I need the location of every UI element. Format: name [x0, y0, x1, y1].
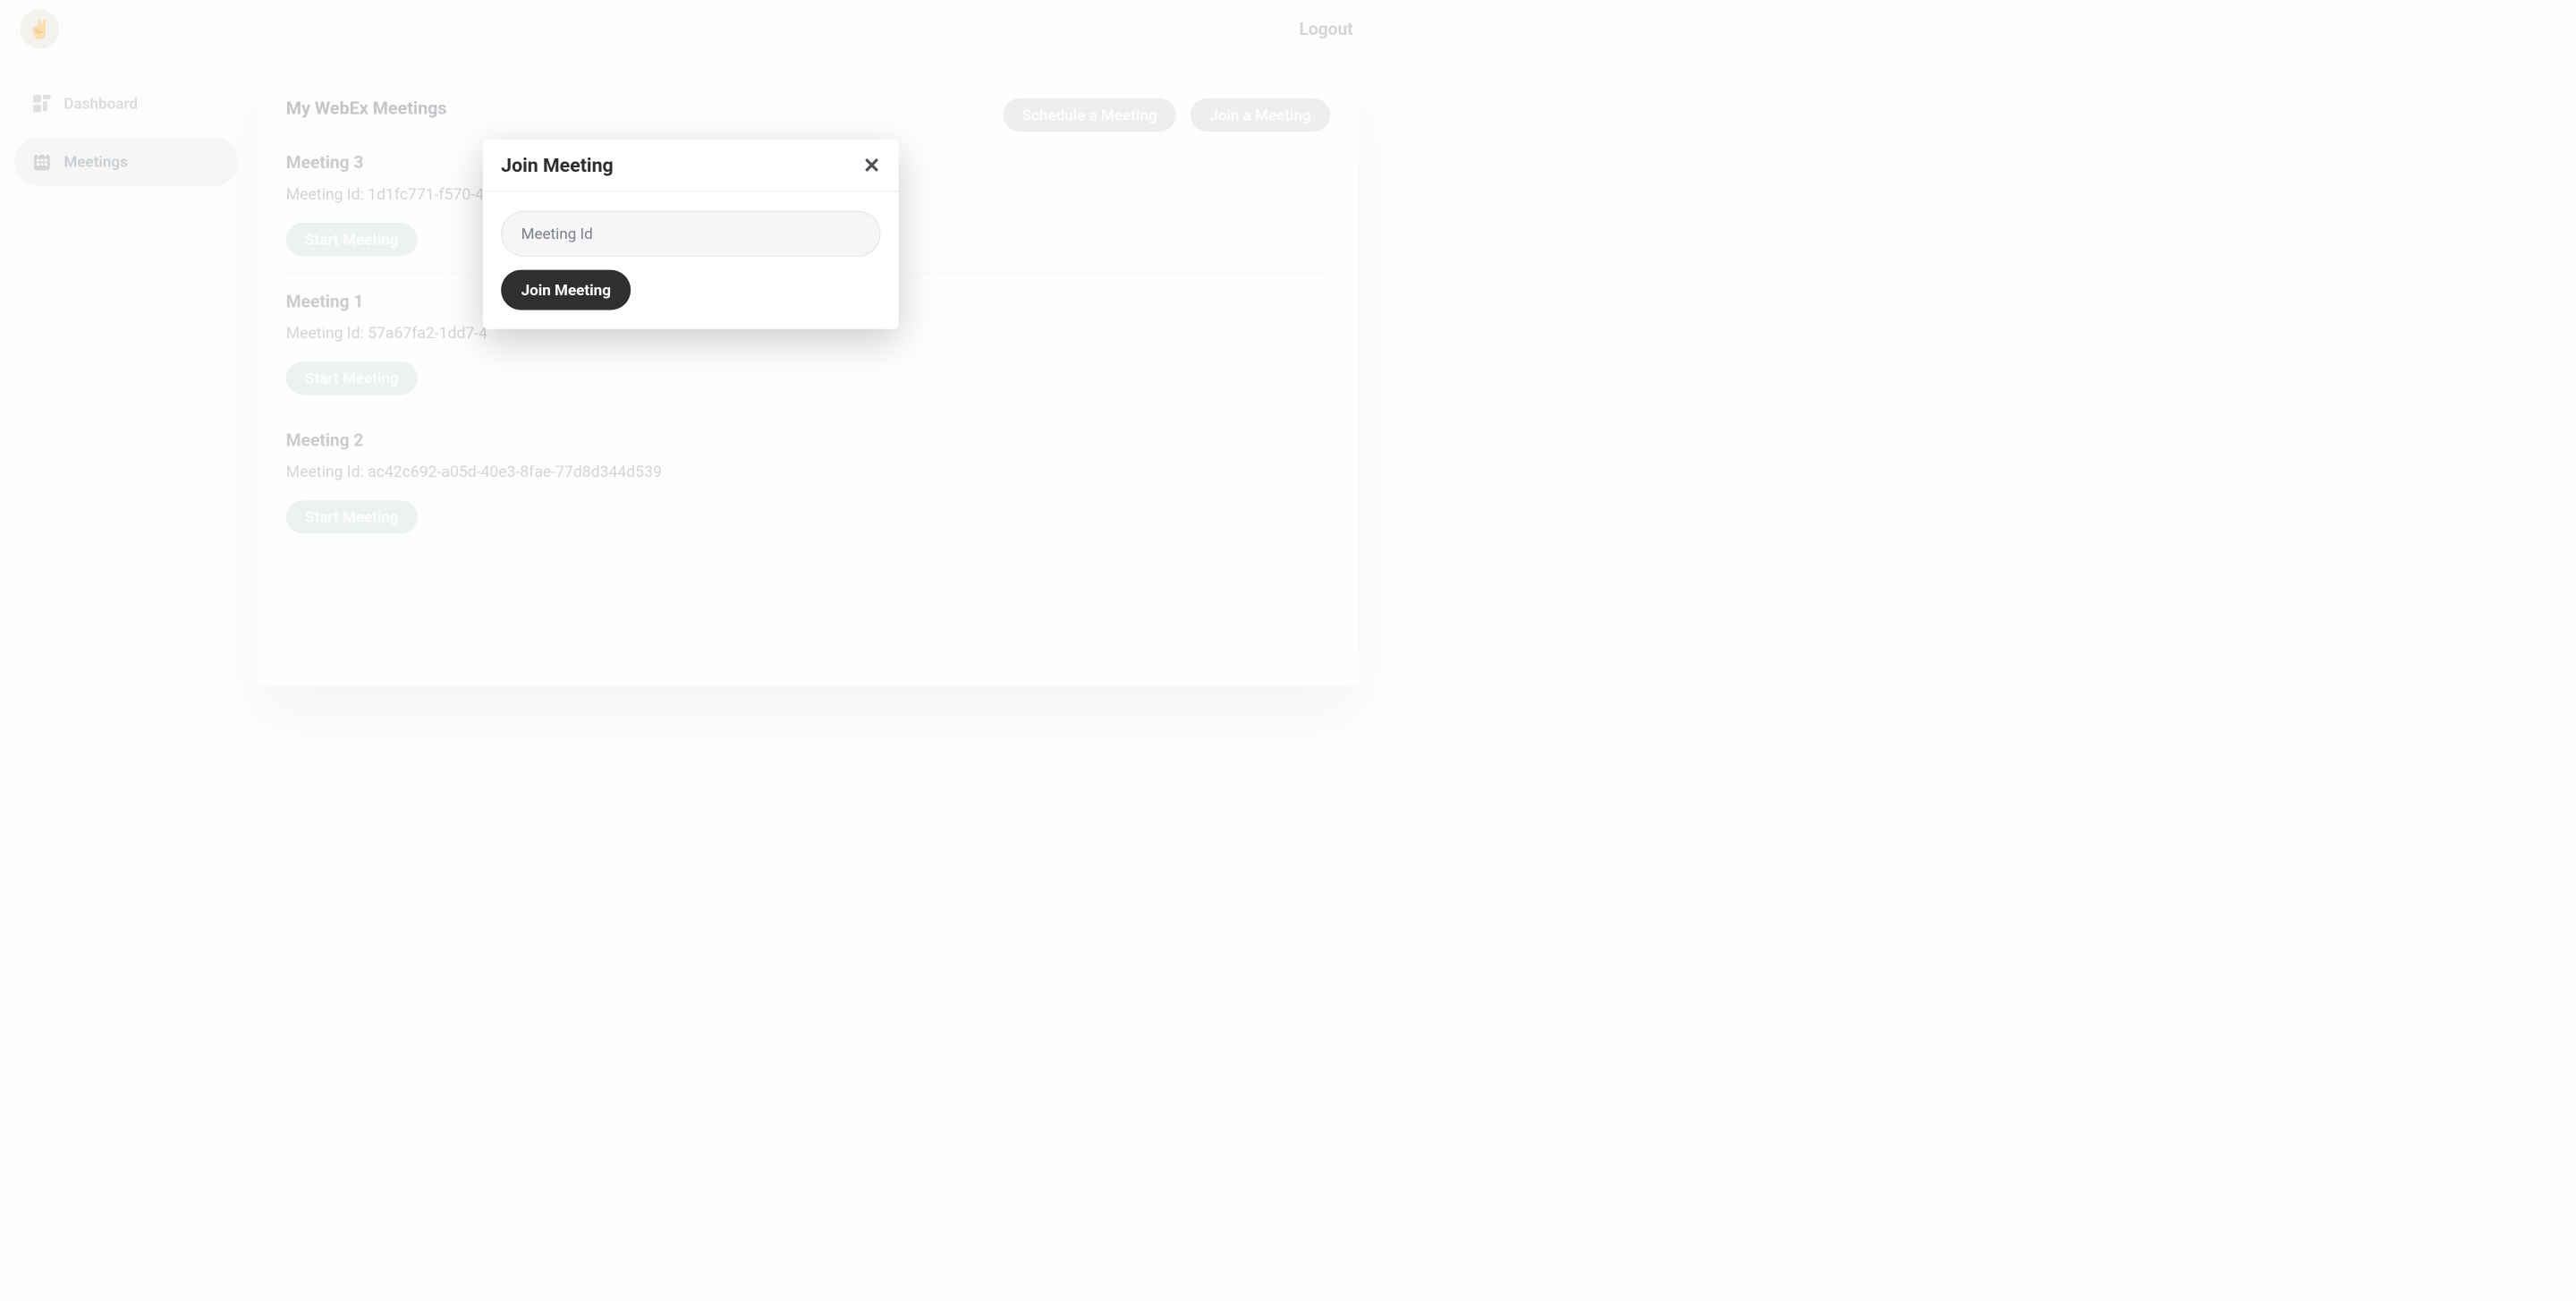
sidebar-item-meetings[interactable]: Meetings	[14, 138, 239, 186]
start-meeting-button[interactable]: Start Meeting	[286, 361, 418, 395]
join-meeting-button[interactable]: Join a Meeting	[1191, 98, 1330, 132]
logout-link[interactable]: Logout	[1299, 19, 1352, 38]
avatar[interactable]: ✌️	[20, 10, 59, 49]
meeting-id-value: 1d1fc771-f570-4c	[368, 185, 492, 204]
schedule-meeting-button[interactable]: Schedule a Meeting	[1003, 98, 1176, 132]
sidebar-item-label: Dashboard	[64, 95, 138, 113]
card-header: My WebEx Meetings Schedule a Meeting Joi…	[286, 98, 1330, 132]
meeting-id-value: 57a67fa2-1dd7-4	[368, 324, 487, 343]
topbar: ✌️ Logout	[14, 8, 1359, 51]
meeting-id-label: Meeting Id:	[286, 185, 368, 204]
meeting-id-value: ac42c692-a05d-40e3-8fae-77d8d344d539	[368, 463, 662, 481]
sidebar-item-dashboard[interactable]: Dashboard	[14, 79, 239, 127]
meeting-title: Meeting 2	[286, 430, 1330, 450]
meeting-id-label: Meeting Id:	[286, 324, 368, 343]
modal-title: Join Meeting	[501, 154, 614, 176]
start-meeting-button[interactable]: Start Meeting	[286, 500, 418, 533]
meeting-id: Meeting Id: ac42c692-a05d-40e3-8fae-77d8…	[286, 463, 1330, 481]
sidebar: Dashboard Meetings	[14, 70, 239, 686]
page-title: My WebEx Meetings	[286, 98, 447, 119]
join-meeting-submit-button[interactable]: Join Meeting	[501, 270, 631, 310]
calendar-icon	[31, 151, 52, 172]
close-icon[interactable]: ✕	[863, 155, 881, 175]
modal-header: Join Meeting ✕	[483, 140, 899, 191]
meeting-row: Meeting 2 Meeting Id: ac42c692-a05d-40e3…	[286, 413, 1330, 552]
header-actions: Schedule a Meeting Join a Meeting	[1003, 98, 1330, 132]
avatar-emoji: ✌️	[29, 19, 51, 39]
meeting-id-input[interactable]	[501, 211, 880, 257]
meeting-id-label: Meeting Id:	[286, 463, 368, 481]
grid-icon	[31, 93, 52, 114]
join-meeting-modal: Join Meeting ✕ Join Meeting	[483, 140, 899, 329]
modal-body: Join Meeting	[483, 191, 899, 329]
sidebar-item-label: Meetings	[64, 153, 127, 171]
app-root: ✌️ Logout Dashboard Meetings My WebEx Me…	[0, 0, 1373, 693]
start-meeting-button[interactable]: Start Meeting	[286, 223, 418, 256]
